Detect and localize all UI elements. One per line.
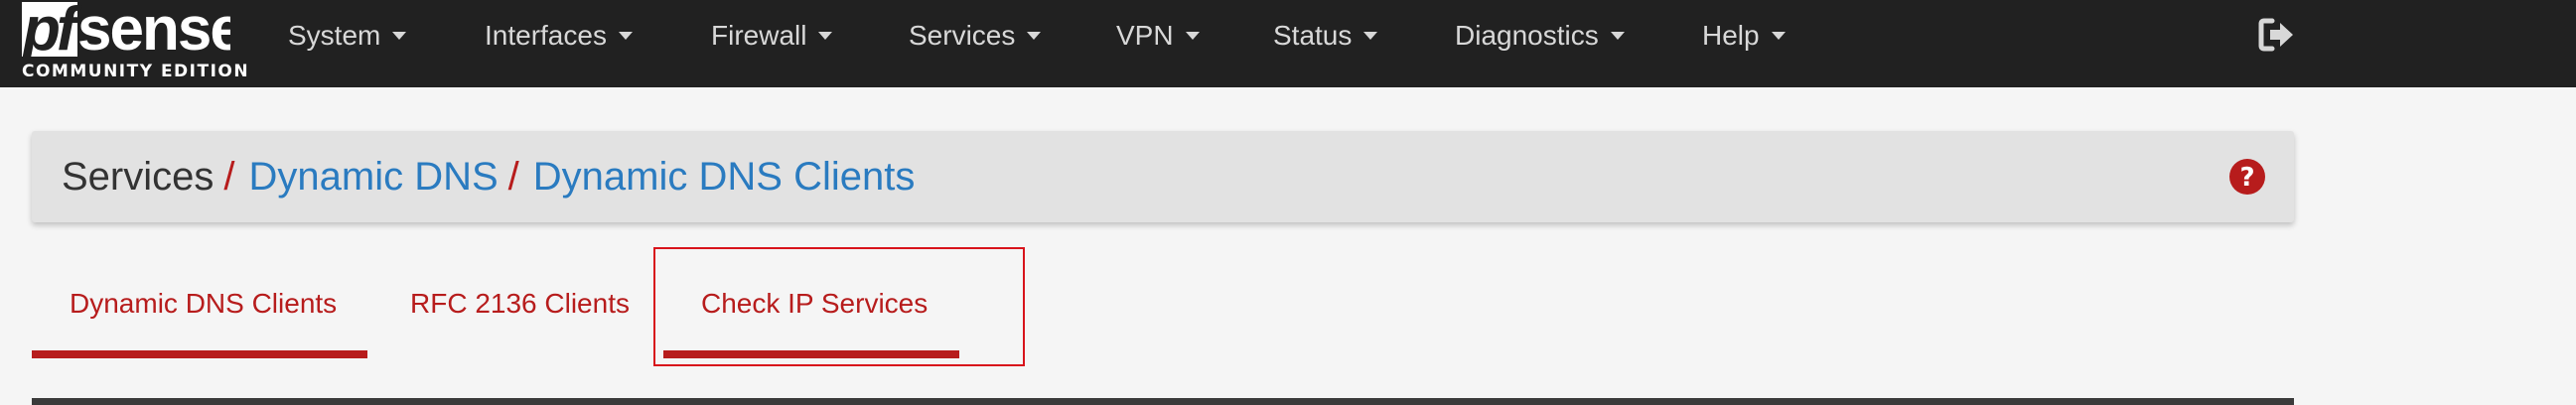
nav-menu-vpn[interactable]: VPN — [1116, 0, 1200, 71]
nav-menu-system[interactable]: System — [288, 0, 407, 71]
tab-dynamic-dns-clients[interactable]: Dynamic DNS Clients — [70, 288, 337, 320]
question-circle-icon[interactable]: ? — [2228, 158, 2266, 196]
svg-text:?: ? — [2239, 163, 2254, 193]
top-navbar: pf sense COMMUNITY EDITION System Interf… — [0, 0, 2576, 87]
nav-label: Firewall — [711, 20, 807, 51]
caret-down-icon — [1027, 31, 1042, 40]
nav-label: System — [288, 20, 381, 51]
breadcrumb-link-dynamic-dns[interactable]: Dynamic DNS — [249, 155, 499, 199]
breadcrumb-separator: / — [507, 155, 519, 199]
nav-menu-interfaces[interactable]: Interfaces — [485, 0, 633, 71]
tab-label: RFC 2136 Clients — [410, 288, 630, 319]
content-top-border — [32, 398, 2294, 405]
caret-down-icon — [392, 31, 407, 40]
nav-label: Services — [909, 20, 1016, 51]
caret-down-icon — [818, 31, 833, 40]
nav-menu-status[interactable]: Status — [1273, 0, 1378, 71]
nav-label: Help — [1702, 20, 1760, 51]
nav-label: VPN — [1116, 20, 1174, 51]
nav-label: Interfaces — [485, 20, 607, 51]
breadcrumb-panel: Services / Dynamic DNS / Dynamic DNS Clients… — [32, 131, 2294, 222]
nav-label: Diagnostics — [1455, 20, 1599, 51]
caret-down-icon — [1185, 31, 1200, 40]
brand-logo-link[interactable]: pf sense COMMUNITY EDITION — [22, 2, 248, 83]
caret-down-icon — [1771, 31, 1786, 40]
caret-down-icon — [1363, 31, 1378, 40]
svg-text:sense: sense — [77, 2, 230, 60]
nav-menu-firewall[interactable]: Firewall — [711, 0, 833, 71]
breadcrumb-link-dynamic-dns-clients[interactable]: Dynamic DNS Clients — [533, 155, 916, 199]
breadcrumb-root: Services — [62, 155, 215, 199]
nav-menu-help[interactable]: Help — [1702, 0, 1786, 71]
caret-down-icon — [1610, 31, 1625, 40]
breadcrumb: Services / Dynamic DNS / Dynamic DNS Clients — [62, 131, 915, 222]
tab-rfc-2136-clients[interactable]: RFC 2136 Clients — [410, 288, 630, 320]
tab-label: Dynamic DNS Clients — [70, 288, 338, 319]
brand-edition-label: COMMUNITY EDITION — [22, 62, 250, 81]
nav-label: Status — [1273, 20, 1353, 51]
highlight-box — [653, 247, 1025, 366]
nav-menu-services[interactable]: Services — [909, 0, 1042, 71]
active-tab-indicator — [32, 350, 367, 358]
breadcrumb-separator: / — [223, 155, 235, 199]
pfsense-logo: pf sense — [22, 2, 230, 60]
caret-down-icon — [618, 31, 633, 40]
sign-out-icon[interactable] — [2258, 18, 2296, 52]
nav-menu-diagnostics[interactable]: Diagnostics — [1455, 0, 1625, 71]
